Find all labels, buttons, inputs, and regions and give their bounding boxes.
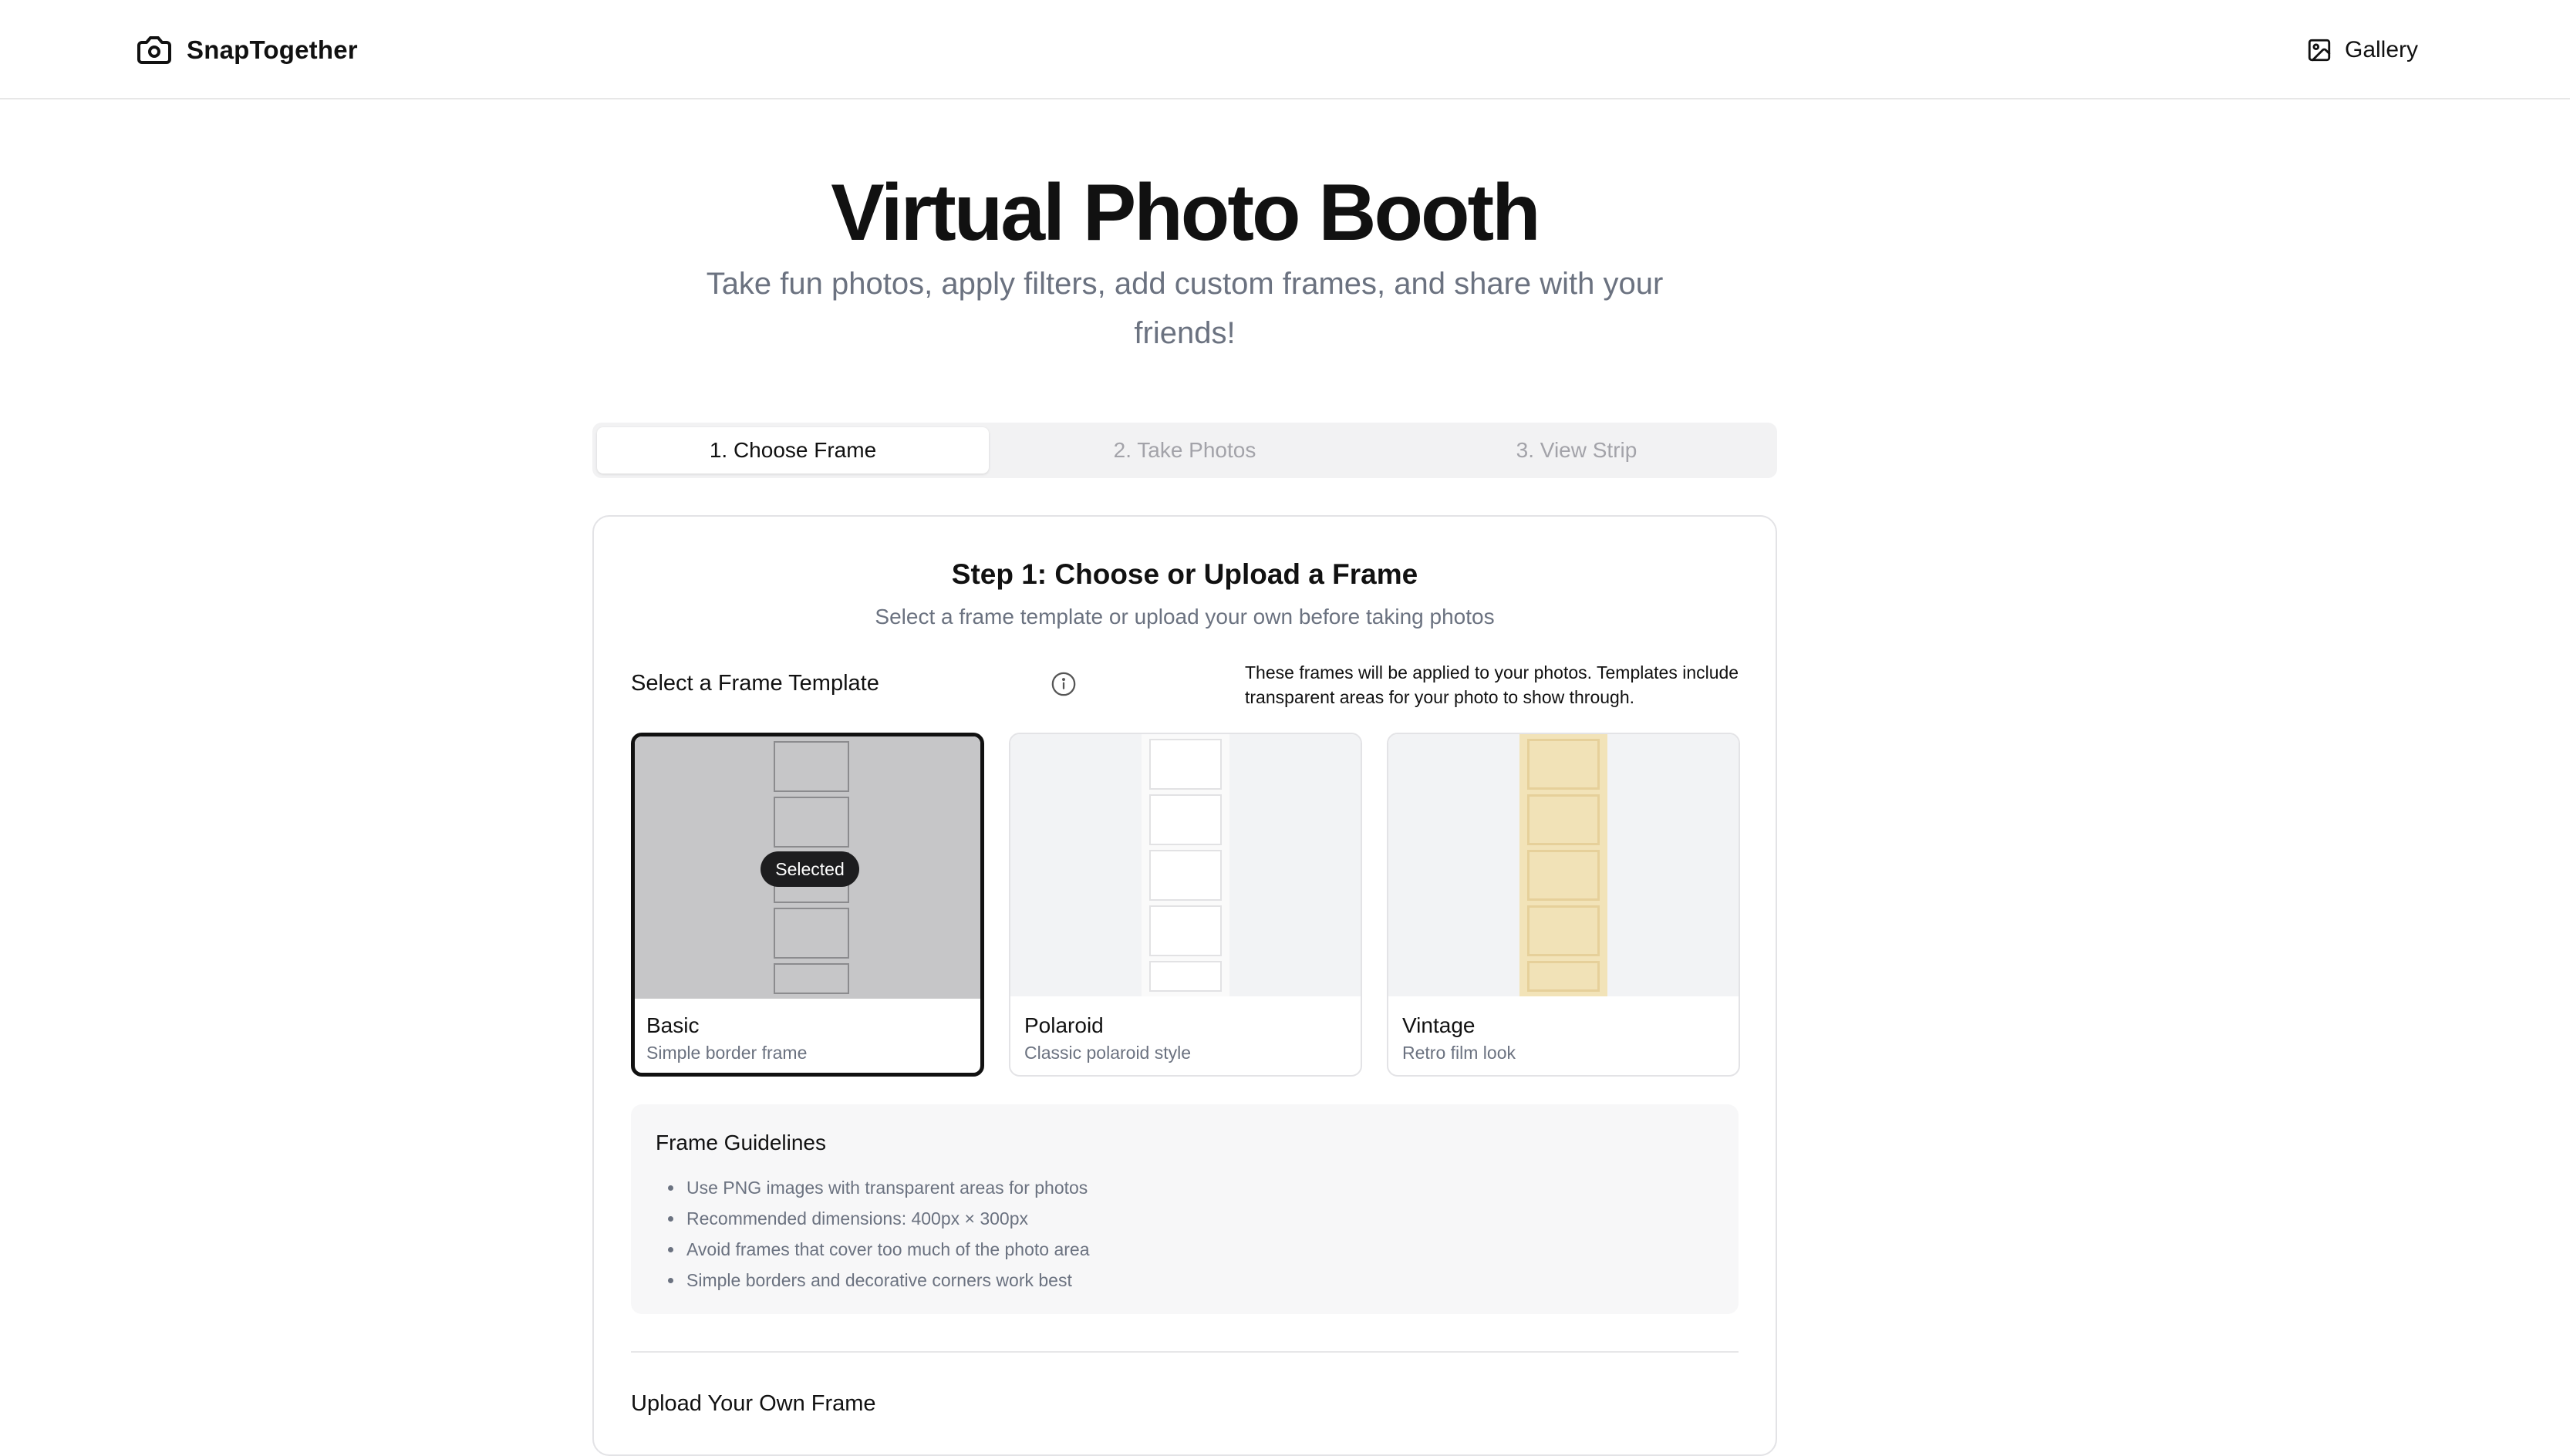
- frame-name: Polaroid: [1024, 1013, 1104, 1037]
- list-item: Simple borders and decorative corners wo…: [657, 1265, 1090, 1296]
- frame-description: Classic polaroid style: [1024, 1043, 1192, 1063]
- info-icon[interactable]: [1051, 671, 1077, 697]
- frame-slot: [1527, 794, 1600, 845]
- frame-strip: [1142, 734, 1229, 996]
- upload-frame-title: Upload Your Own Frame: [631, 1391, 876, 1416]
- tab-take-photos[interactable]: 2. Take Photos: [989, 427, 1381, 474]
- frame-preview: [1010, 734, 1361, 996]
- frame-slot: [1149, 905, 1222, 956]
- frame-slot: [1149, 961, 1222, 992]
- gallery-link[interactable]: Gallery: [2306, 32, 2418, 68]
- brand-name: SnapTogether: [187, 35, 358, 64]
- divider: [631, 1351, 1739, 1353]
- step-title: Step 1: Choose or Upload a Frame: [951, 558, 1418, 590]
- guidelines-title: Frame Guidelines: [656, 1131, 826, 1154]
- frame-option-vintage[interactable]: Vintage Retro film look: [1387, 733, 1740, 1077]
- gallery-label: Gallery: [2345, 37, 2419, 62]
- list-item: Recommended dimensions: 400px × 300px: [657, 1203, 1090, 1234]
- selected-badge: Selected: [761, 851, 859, 887]
- frame-description: Simple border frame: [646, 1043, 808, 1063]
- select-template-label: Select a Frame Template: [631, 671, 879, 696]
- frame-selection-card: Step 1: Choose or Upload a Frame Select …: [592, 515, 1777, 1456]
- tab-view-strip[interactable]: 3. View Strip: [1381, 427, 1772, 474]
- frame-guidelines: Frame Guidelines Use PNG images with tra…: [631, 1104, 1739, 1314]
- frame-slot: [1149, 739, 1222, 790]
- brand-link[interactable]: SnapTogether: [136, 32, 358, 68]
- camera-icon: [137, 36, 171, 64]
- info-tooltip: These frames will be applied to your pho…: [1245, 662, 1739, 707]
- frame-slot: [1527, 961, 1600, 992]
- frame-description: Retro film look: [1402, 1043, 1516, 1063]
- image-icon: [2308, 39, 2331, 62]
- frame-name: Basic: [646, 1013, 700, 1037]
- frame-preview: Selected: [635, 736, 980, 999]
- frame-slot: [774, 963, 849, 994]
- frame-slot: [1527, 850, 1600, 901]
- frame-option-polaroid[interactable]: Polaroid Classic polaroid style: [1009, 733, 1362, 1077]
- top-nav: SnapTogether Gallery: [0, 0, 2570, 99]
- guidelines-list: Use PNG images with transparent areas fo…: [657, 1172, 1090, 1296]
- frame-slot: [774, 741, 849, 792]
- frame-slot: [1149, 850, 1222, 901]
- page-subtitle: Take fun photos, apply filters, add cust…: [706, 267, 1664, 350]
- frame-slot: [1527, 739, 1600, 790]
- page-title: Virtual Photo Booth: [831, 168, 1540, 258]
- step-tabs: 1. Choose Frame 2. Take Photos 3. View S…: [592, 423, 1777, 478]
- frame-slot: [774, 908, 849, 959]
- frame-slot: [774, 797, 849, 848]
- frame-name: Vintage: [1402, 1013, 1476, 1037]
- list-item: Use PNG images with transparent areas fo…: [657, 1172, 1090, 1203]
- frame-slot: [1527, 905, 1600, 956]
- frame-option-basic[interactable]: Selected Basic Simple border frame: [631, 733, 984, 1077]
- list-item: Avoid frames that cover too much of the …: [657, 1234, 1090, 1265]
- tab-choose-frame[interactable]: 1. Choose Frame: [597, 427, 989, 474]
- frame-strip: [1519, 734, 1607, 996]
- frame-slot: [1149, 794, 1222, 845]
- step-subtitle: Select a frame template or upload your o…: [875, 605, 1495, 629]
- frame-preview: [1388, 734, 1739, 996]
